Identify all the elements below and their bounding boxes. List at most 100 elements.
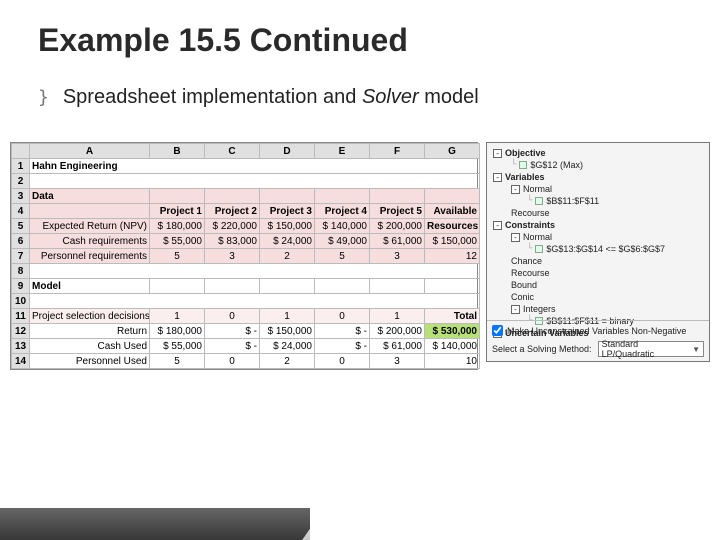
- cell-C7: 3: [205, 249, 260, 264]
- cell-A11: Project selection decisions: [30, 309, 150, 324]
- row-11: 11 Project selection decisions 1 0 1 0 1…: [12, 309, 480, 324]
- variables-recourse-label: Recourse: [511, 208, 550, 218]
- cell-E7: 5: [315, 249, 370, 264]
- solver-panel: -Objective └$G$12 (Max) -Variables -Norm…: [486, 142, 710, 362]
- row-7: 7 Personnel requirements 5 3 2 5 3 12: [12, 249, 480, 264]
- cell-F6: $ 61,000: [370, 234, 425, 249]
- cell-E11: 0: [315, 309, 370, 324]
- cell-G11: Total: [425, 309, 480, 324]
- node-constraints-bound[interactable]: Bound: [491, 279, 705, 291]
- leaf-constraints-normal[interactable]: └ $G$13:$G$14 <= $G$6:$G$7: [491, 243, 705, 255]
- cell-E6: $ 49,000: [315, 234, 370, 249]
- cell-G12: $ 530,000: [425, 324, 480, 339]
- col-B: B: [150, 144, 205, 159]
- constraints-bound-label: Bound: [511, 280, 537, 290]
- row-10: 10: [12, 294, 480, 309]
- bullet-item: } Spreadsheet implementation and Solver …: [38, 86, 479, 109]
- solver-tree: -Objective └$G$12 (Max) -Variables -Norm…: [487, 143, 709, 343]
- col-G: G: [425, 144, 480, 159]
- collapse-icon[interactable]: -: [493, 173, 502, 182]
- cell-F12: $ 200,000: [370, 324, 425, 339]
- collapse-icon[interactable]: -: [493, 149, 502, 158]
- row-12: 12 Return $ 180,000 $ - $ 150,000 $ - $ …: [12, 324, 480, 339]
- chevron-down-icon: ▼: [692, 345, 700, 354]
- cell-G6: $ 150,000: [425, 234, 480, 249]
- cell-A9: Model: [30, 279, 150, 294]
- cell-G5: Resources: [425, 219, 480, 234]
- nonneg-checkbox-row: Make Unconstrained Variables Non-Negativ…: [492, 325, 704, 336]
- col-D: D: [260, 144, 315, 159]
- collapse-icon[interactable]: -: [493, 221, 502, 230]
- cell-D5: $ 150,000: [260, 219, 315, 234]
- cell-B4: Project 1: [150, 204, 205, 219]
- cell-E5: $ 140,000: [315, 219, 370, 234]
- bullet-text-a: Spreadsheet implementation and: [63, 86, 362, 108]
- nonneg-checkbox[interactable]: [492, 325, 503, 336]
- cell-B6: $ 55,000: [150, 234, 205, 249]
- bullet-text-c: model: [419, 86, 479, 108]
- cell-A5: Expected Return (NPV): [30, 219, 150, 234]
- row-6: 6 Cash requirements $ 55,000 $ 83,000 $ …: [12, 234, 480, 249]
- cell-F7: 3: [370, 249, 425, 264]
- node-variables[interactable]: -Variables: [491, 171, 705, 183]
- leaf-icon: [535, 245, 543, 253]
- constraints-normal-label: Normal: [523, 232, 552, 242]
- column-headers: A B C D E F G: [12, 144, 480, 159]
- row-13: 13 Cash Used $ 55,000 $ - $ 24,000 $ - $…: [12, 339, 480, 354]
- variables-normal-value: $B$11:$F$11: [546, 196, 599, 206]
- tree-elbow-icon: └: [527, 244, 532, 254]
- node-constraints-integers[interactable]: -Integers: [491, 303, 705, 315]
- constraints-normal-value: $G$13:$G$14 <= $G$6:$G$7: [546, 244, 665, 254]
- cell-D4: Project 3: [260, 204, 315, 219]
- leaf-variables-normal[interactable]: └$B$11:$F$11: [491, 195, 705, 207]
- cell-B12: $ 180,000: [150, 324, 205, 339]
- leaf-icon: [519, 161, 527, 169]
- cell-G7: 12: [425, 249, 480, 264]
- variables-label: Variables: [505, 172, 545, 182]
- spreadsheet: A B C D E F G 1Hahn Engineering 2 3Data …: [10, 142, 478, 370]
- node-variables-recourse[interactable]: Recourse: [491, 207, 705, 219]
- bullet-text: Spreadsheet implementation and Solver mo…: [63, 86, 479, 109]
- slide-title: Example 15.5 Continued: [38, 22, 408, 59]
- node-constraints-recourse[interactable]: Recourse: [491, 267, 705, 279]
- constraints-chance-label: Chance: [511, 256, 542, 266]
- cell-B14: 5: [150, 354, 205, 369]
- cell-G13: $ 140,000: [425, 339, 480, 354]
- node-constraints-conic[interactable]: Conic: [491, 291, 705, 303]
- constraints-integers-label: Integers: [523, 304, 556, 314]
- cell-D14: 2: [260, 354, 315, 369]
- corner-cell: [12, 144, 30, 159]
- leaf-objective[interactable]: └ $G$12 (Max): [491, 159, 705, 171]
- cell-C11: 0: [205, 309, 260, 324]
- cell-B13: $ 55,000: [150, 339, 205, 354]
- cell-C5: $ 220,000: [205, 219, 260, 234]
- cell-G14: 10: [425, 354, 480, 369]
- row-4: 4 Project 1 Project 2 Project 3 Project …: [12, 204, 480, 219]
- objective-value: $G$12 (Max): [530, 160, 583, 170]
- bullet-icon: }: [38, 87, 49, 108]
- nonneg-label: Make Unconstrained Variables Non-Negativ…: [507, 326, 686, 336]
- solving-method-select[interactable]: Standard LP/Quadratic ▼: [598, 341, 704, 357]
- cell-D12: $ 150,000: [260, 324, 315, 339]
- node-variables-normal[interactable]: -Normal: [491, 183, 705, 195]
- solving-method-row: Select a Solving Method: Standard LP/Qua…: [492, 341, 704, 357]
- collapse-icon[interactable]: -: [511, 233, 520, 242]
- cell-B5: $ 180,000: [150, 219, 205, 234]
- col-A: A: [30, 144, 150, 159]
- node-constraints[interactable]: -Constraints: [491, 219, 705, 231]
- cell-F4: Project 5: [370, 204, 425, 219]
- cell-A12: Return: [30, 324, 150, 339]
- tree-elbow-icon: └: [511, 160, 516, 170]
- node-objective[interactable]: -Objective: [491, 147, 705, 159]
- collapse-icon[interactable]: -: [511, 305, 520, 314]
- solver-bottom: Make Unconstrained Variables Non-Negativ…: [487, 320, 709, 361]
- cell-A13: Cash Used: [30, 339, 150, 354]
- cell-C12: $ -: [205, 324, 260, 339]
- collapse-icon[interactable]: -: [511, 185, 520, 194]
- node-constraints-chance[interactable]: Chance: [491, 255, 705, 267]
- node-constraints-normal[interactable]: -Normal: [491, 231, 705, 243]
- variables-normal-label: Normal: [523, 184, 552, 194]
- constraints-recourse-label: Recourse: [511, 268, 550, 278]
- cell-B7: 5: [150, 249, 205, 264]
- row-1: 1Hahn Engineering: [12, 159, 480, 174]
